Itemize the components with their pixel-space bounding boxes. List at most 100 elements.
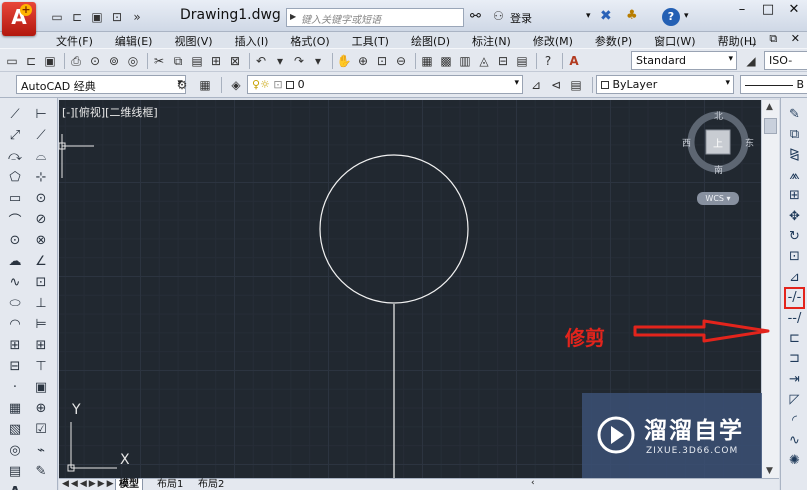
linetype-select[interactable]: B <box>740 75 807 94</box>
tolerance-icon[interactable]: ▣ <box>32 377 50 398</box>
center-mark-icon[interactable]: ⊕ <box>32 398 50 419</box>
workspace-select[interactable]: AutoCAD 经典 ▾ <box>16 75 186 94</box>
chevron-down-icon[interactable]: ▾ <box>272 53 288 69</box>
fillet-icon[interactable]: ◜ <box>785 410 804 430</box>
help-button[interactable]: ? <box>662 8 680 26</box>
offset-icon[interactable]: ⩕ <box>785 165 804 185</box>
chevron-down-icon[interactable]: ▾ <box>586 11 591 21</box>
erase-icon[interactable]: ✎ <box>785 104 804 124</box>
login-link[interactable]: 登录 <box>510 10 532 26</box>
polyline-icon[interactable]: ⤼ <box>6 146 24 167</box>
calculator-icon[interactable]: ▤ <box>514 53 530 69</box>
copy-object-icon[interactable]: ⧉ <box>785 124 804 144</box>
gradient-icon[interactable]: ▧ <box>6 419 24 440</box>
jogged-linear-icon[interactable]: ⌁ <box>32 440 50 461</box>
stretch-icon[interactable]: ⊿ <box>785 267 804 287</box>
menu-item[interactable]: 标注(N) <box>472 33 511 49</box>
chevron-down-icon[interactable]: ▾ <box>684 11 689 21</box>
design-center-icon[interactable]: ▩ <box>438 53 454 69</box>
save-icon[interactable]: ▣ <box>42 53 58 69</box>
radius-dimension-icon[interactable]: ⊙ <box>32 188 50 209</box>
break-icon[interactable]: ⊐ <box>785 349 804 369</box>
undo-icon[interactable]: ↶ <box>253 53 269 69</box>
zoom-previous-icon[interactable]: ⊖ <box>393 53 409 69</box>
make-layer-current-icon[interactable]: ⊿ <box>528 77 544 93</box>
inspection-icon[interactable]: ☑ <box>32 419 50 440</box>
scroll-down-icon[interactable]: ▼ <box>766 466 773 476</box>
close-button[interactable]: ✕ <box>780 0 807 22</box>
zoom-realtime-icon[interactable]: ⊕ <box>355 53 371 69</box>
minimize-button[interactable]: – <box>728 0 756 22</box>
chamfer-icon[interactable]: ◸ <box>785 389 804 409</box>
spline-icon[interactable]: ∿ <box>6 272 24 293</box>
edit-dimension-icon[interactable]: ✎ <box>32 461 50 482</box>
rectangle-icon[interactable]: ▭ <box>6 188 24 209</box>
baseline-dimension-icon[interactable]: ⊥ <box>32 293 50 314</box>
layer-states-icon[interactable]: ▤ <box>568 77 584 93</box>
print-icon[interactable]: ⎙ <box>68 53 84 69</box>
layer-select[interactable]: ♀☼ ⊡ 0 ▾ <box>247 75 523 94</box>
menu-item[interactable]: 视图(V) <box>174 33 212 49</box>
menu-item[interactable]: 编辑(E) <box>115 33 153 49</box>
menu-item[interactable]: 格式(O) <box>290 33 329 49</box>
extend-icon[interactable]: --/ <box>785 308 804 328</box>
table-icon[interactable]: ▤ <box>6 461 24 482</box>
chevron-down-icon[interactable]: ▾ <box>310 53 326 69</box>
arc-icon[interactable]: ⌒ <box>6 209 24 230</box>
sheet-set-icon[interactable]: ◬ <box>476 53 492 69</box>
ellipse-arc-icon[interactable]: ◠ <box>6 314 24 335</box>
publish-icon[interactable]: ⊚ <box>106 53 122 69</box>
tab-model[interactable]: 模型 <box>115 479 143 490</box>
explode-icon[interactable]: ✺ <box>785 451 804 471</box>
menu-item[interactable]: 窗口(W) <box>654 33 695 49</box>
match-properties-icon[interactable]: ⊞ <box>208 53 224 69</box>
menu-item[interactable]: 插入(I) <box>235 33 269 49</box>
binoculars-icon[interactable]: ⚯ <box>470 9 481 24</box>
pan-icon[interactable]: ✋ <box>336 53 352 69</box>
paste-icon[interactable]: ▤ <box>189 53 205 69</box>
exchange-x-icon[interactable]: ✖ <box>600 8 612 24</box>
user-icon[interactable]: ⚇ <box>493 9 504 23</box>
text-style-icon[interactable]: A <box>566 53 582 69</box>
copy-icon[interactable]: ⧉ <box>170 53 186 69</box>
join-icon[interactable]: ⇥ <box>785 369 804 389</box>
circle-entity[interactable] <box>319 154 469 304</box>
dimension-break-icon[interactable]: ⊤ <box>32 356 50 377</box>
zoom-window-icon[interactable]: ⊡ <box>374 53 390 69</box>
make-block-icon[interactable]: ⊟ <box>6 356 24 377</box>
open-folder-icon[interactable]: ⊏ <box>68 8 86 26</box>
aligned-dimension-icon[interactable]: ⟋ <box>32 125 50 146</box>
application-menu-button[interactable]: A + <box>2 2 36 36</box>
move-icon[interactable]: ✥ <box>785 206 804 226</box>
menu-item[interactable]: 绘图(D) <box>411 33 450 49</box>
more-chevron-icon[interactable]: » <box>128 8 146 26</box>
new-file-icon[interactable]: ▭ <box>48 8 66 26</box>
scale-icon[interactable]: ⊡ <box>785 247 804 267</box>
save-icon[interactable]: ▣ <box>88 8 106 26</box>
mirror-icon[interactable]: ⧎ <box>785 145 804 165</box>
polygon-icon[interactable]: ⬠ <box>6 167 24 188</box>
dimension-space-icon[interactable]: ⊞ <box>32 335 50 356</box>
block-editor-icon[interactable]: ⊠ <box>227 53 243 69</box>
vertical-scrollbar[interactable]: ▲ ▼ <box>761 100 779 478</box>
3d-publish-icon[interactable]: ◎ <box>125 53 141 69</box>
circle-icon[interactable]: ⊙ <box>6 230 24 251</box>
line-icon[interactable]: ⟋ <box>6 104 24 125</box>
new-icon[interactable]: ▭ <box>4 53 20 69</box>
scroll-left-icon[interactable]: ‹ <box>531 478 535 488</box>
markup-icon[interactable]: ⊟ <box>495 53 511 69</box>
wcs-menu[interactable]: WCS ▾ <box>697 192 739 205</box>
text-style-select[interactable]: Standard ▾ <box>631 51 737 70</box>
quick-dimension-icon[interactable]: ⊡ <box>32 272 50 293</box>
ordinate-dimension-icon[interactable]: ⊹ <box>32 167 50 188</box>
viewcube-south[interactable]: 南 <box>714 163 723 176</box>
color-select[interactable]: ByLayer ▾ <box>596 75 734 94</box>
tab-layout2[interactable]: 布局2 <box>195 479 227 490</box>
search-input[interactable]: 键入关键字或短语 <box>286 8 464 27</box>
mdi-window-buttons[interactable]: _ ⧉ ✕ <box>750 32 805 46</box>
cut-icon[interactable]: ✂ <box>151 53 167 69</box>
viewcube-west[interactable]: 西 <box>682 136 691 149</box>
menu-item[interactable]: 工具(T) <box>352 33 389 49</box>
diameter-dimension-icon[interactable]: ⊗ <box>32 230 50 251</box>
region-icon[interactable]: ◎ <box>6 440 24 461</box>
